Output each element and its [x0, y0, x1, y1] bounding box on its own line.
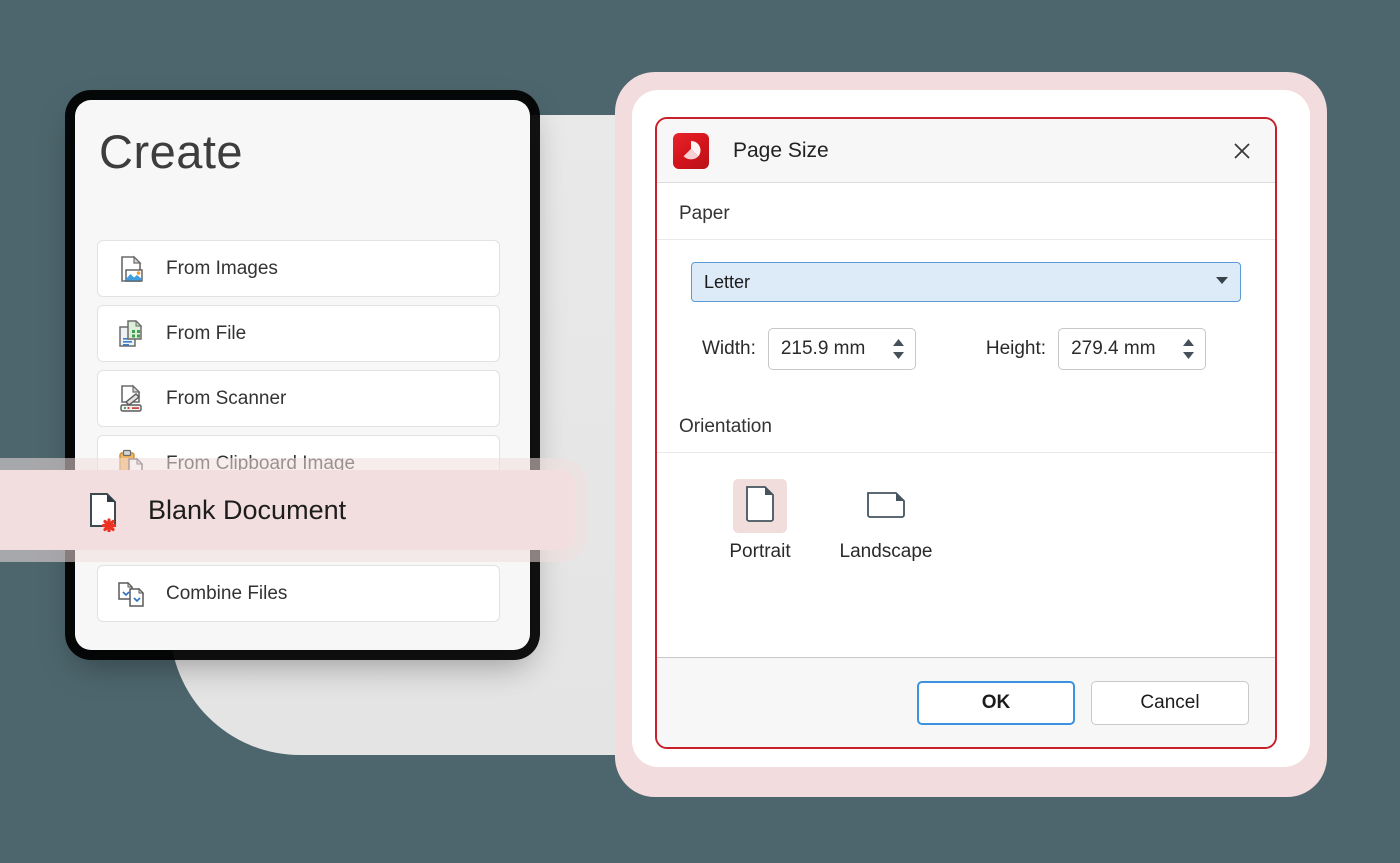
orientation-options: Portrait Landscape — [657, 453, 1275, 563]
create-item-from-images[interactable]: From Images — [97, 240, 500, 297]
paper-section-heading: Paper — [657, 183, 1275, 240]
height-stepper[interactable] — [1182, 338, 1195, 360]
ok-button[interactable]: OK — [917, 681, 1075, 725]
paper-preset-select[interactable]: Letter — [691, 262, 1241, 302]
height-value: 279.4 mm — [1071, 338, 1155, 360]
create-item-label: Blank Document — [148, 495, 346, 526]
width-label: Width: — [702, 338, 756, 360]
page-landscape-icon — [866, 489, 906, 524]
create-item-blank-document[interactable]: Blank Document — [0, 470, 575, 550]
document-file-icon — [114, 317, 148, 351]
create-item-label: From Images — [166, 258, 278, 280]
paper-section: Letter Width: 215.9 mm He — [657, 240, 1275, 370]
create-item-label: From File — [166, 323, 246, 345]
width-stepper[interactable] — [892, 338, 905, 360]
dialog-titlebar: Page Size — [657, 119, 1275, 183]
page-portrait-icon — [745, 485, 775, 528]
page-size-dialog: Page Size Paper Letter Width: — [655, 117, 1277, 749]
create-options-list: From Images — [97, 240, 500, 630]
orientation-option-landscape[interactable]: Landscape — [838, 479, 934, 563]
blank-document-icon — [82, 488, 126, 532]
cancel-button[interactable]: Cancel — [1091, 681, 1249, 725]
create-item-from-scanner[interactable]: From Scanner — [97, 370, 500, 427]
paper-preset-value: Letter — [704, 272, 750, 293]
combine-files-icon — [114, 577, 148, 611]
scanner-icon — [114, 382, 148, 416]
page-title: Create — [99, 124, 243, 179]
portrait-icon-box — [733, 479, 787, 533]
close-icon[interactable] — [1225, 134, 1259, 168]
create-item-from-file[interactable]: From File — [97, 305, 500, 362]
create-item-label: From Scanner — [166, 388, 286, 410]
create-item-label: Combine Files — [166, 583, 287, 605]
orientation-label: Portrait — [729, 541, 790, 563]
dialog-body: Paper Letter Width: 215.9 mm — [657, 183, 1275, 657]
document-image-icon — [114, 252, 148, 286]
orientation-section-heading: Orientation — [657, 396, 1275, 453]
height-input[interactable]: 279.4 mm — [1058, 328, 1206, 370]
dialog-footer: OK Cancel — [657, 657, 1275, 747]
create-item-combine-files[interactable]: Combine Files — [97, 565, 500, 622]
create-panel: Create From Images — [75, 100, 530, 650]
dimensions-row: Width: 215.9 mm Height: 279.4 mm — [657, 328, 1275, 370]
landscape-icon-box — [859, 479, 913, 533]
height-label: Height: — [986, 338, 1046, 360]
chevron-down-icon — [1214, 273, 1230, 291]
orientation-option-portrait[interactable]: Portrait — [712, 479, 808, 563]
dialog-title: Page Size — [733, 139, 829, 163]
screen-root: Create From Images — [0, 0, 1400, 863]
orientation-label: Landscape — [840, 541, 933, 563]
width-value: 215.9 mm — [781, 338, 865, 360]
pdf-xchange-app-icon — [673, 133, 709, 169]
width-input[interactable]: 215.9 mm — [768, 328, 916, 370]
